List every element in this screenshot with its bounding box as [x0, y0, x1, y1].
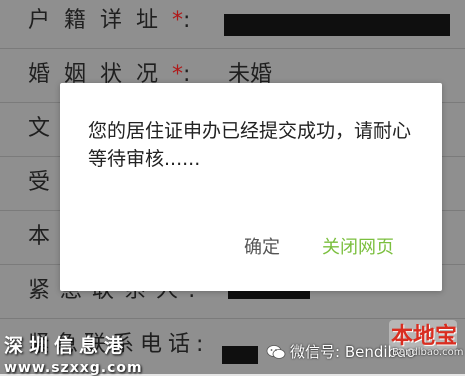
- close-page-button[interactable]: 关闭网页: [322, 233, 394, 259]
- dialog-message: 您的居住证申办已经提交成功，请耐心等待审核......: [88, 120, 412, 170]
- wechat-icon: [266, 345, 286, 359]
- submit-success-dialog: 您的居住证申办已经提交成功，请耐心等待审核...... 确定 关闭网页: [60, 83, 442, 291]
- form-label-received: 受: [28, 170, 65, 195]
- confirm-button[interactable]: 确定: [244, 233, 280, 259]
- redacted-emergency-phone: [222, 346, 258, 364]
- redacted-household-address: [224, 14, 450, 36]
- form-label-education: 文: [28, 116, 65, 141]
- form-row-household-address: 户籍详址*:: [0, 0, 465, 49]
- watermark-szxxg-title: 深圳信息港: [4, 335, 130, 357]
- logo-url: Bendibao.com: [392, 347, 464, 358]
- logo-text: 本地宝: [391, 323, 458, 349]
- form-label-household-address: 户籍详址*:: [28, 8, 205, 33]
- watermark-szxxg: 深圳信息港 www.szxxg.com: [4, 331, 143, 376]
